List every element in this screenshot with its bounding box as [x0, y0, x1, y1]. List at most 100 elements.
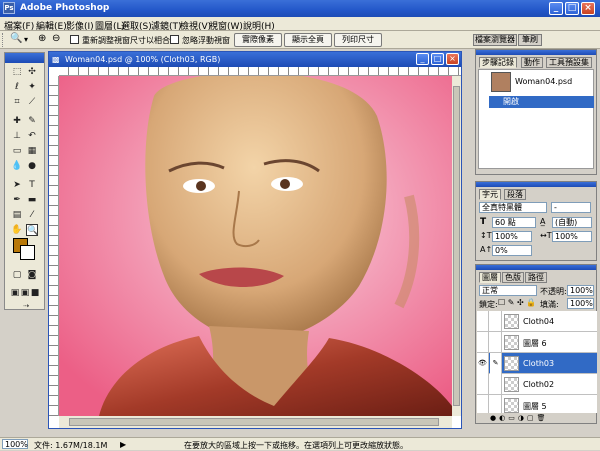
history-step[interactable]: 開啟 [489, 96, 594, 108]
history-panel-header[interactable] [476, 50, 596, 55]
layer-row[interactable]: 圖層 6 [477, 332, 597, 353]
ignore-palettes-checkbox[interactable] [170, 35, 179, 44]
maximize-button[interactable]: □ [565, 2, 579, 15]
mask-icon[interactable]: ◐ [499, 414, 508, 422]
layer-style-icon[interactable]: ● [490, 414, 499, 422]
resize-window-checkbox[interactable] [70, 35, 79, 44]
eraser-tool-icon[interactable]: ▭ [11, 145, 23, 157]
brush-icon[interactable]: ✎ [26, 115, 38, 127]
notes-tool-icon[interactable]: ▤ [11, 209, 23, 221]
trash-icon[interactable]: 🗑 [537, 414, 549, 422]
leading-field[interactable]: (自動) [552, 217, 592, 228]
quick-mask-icon[interactable]: ◙ [26, 269, 38, 281]
close-button[interactable]: × [581, 2, 595, 15]
visibility-toggle[interactable] [477, 374, 489, 395]
tab-channels[interactable]: 色版 [502, 272, 524, 283]
doc-close-button[interactable]: × [446, 53, 459, 65]
link-toggle[interactable] [490, 311, 502, 332]
background-color-swatch[interactable] [20, 245, 35, 260]
font-family-select[interactable]: 全真特黑體 [479, 202, 547, 213]
crop-tool-icon[interactable]: ⌗ [11, 96, 23, 108]
character-panel-header[interactable] [476, 182, 596, 187]
marquee-tool-icon[interactable]: ⬚ [11, 66, 23, 78]
zoom-tool-active-icon[interactable]: 🔍 [26, 224, 38, 236]
baseline-shift-field[interactable]: 0% [492, 245, 532, 256]
visibility-toggle[interactable] [477, 332, 489, 353]
layer-row[interactable]: Cloth04 [477, 311, 597, 332]
gradient-tool-icon[interactable]: ▦ [26, 145, 38, 157]
hand-tool-icon[interactable]: ✋ [11, 224, 23, 236]
type-tool-icon[interactable]: T [26, 179, 38, 191]
fit-screen-button[interactable]: 顯示全頁 [284, 33, 332, 47]
history-brush-icon[interactable]: ↶ [26, 130, 38, 142]
link-toggle[interactable] [490, 332, 502, 353]
tab-character[interactable]: 字元 [479, 189, 501, 200]
lasso-tool-icon[interactable]: ℓ [11, 81, 23, 93]
tab-history[interactable]: 步驟記錄 [479, 57, 517, 68]
vertical-ruler[interactable] [49, 76, 59, 416]
print-size-button[interactable]: 列印尺寸 [334, 33, 382, 47]
zoom-level[interactable]: 100% [2, 439, 28, 449]
font-size-field[interactable]: 60 點 [492, 217, 536, 228]
horizontal-scale-field[interactable]: 100% [552, 231, 592, 242]
snapshot-thumbnail[interactable] [491, 72, 511, 92]
tab-brushes[interactable]: 筆刷 [518, 34, 542, 46]
screen-mode-full-icon[interactable]: ■ [29, 287, 41, 299]
path-select-icon[interactable]: ➤ [11, 179, 23, 191]
doc-minimize-button[interactable]: _ [416, 53, 429, 65]
visibility-toggle[interactable] [477, 395, 489, 413]
image-canvas[interactable] [59, 76, 452, 416]
font-style-select[interactable]: - [551, 202, 591, 213]
horizontal-scrollbar[interactable] [59, 416, 452, 428]
tab-tool-presets[interactable]: 工具預設集 [546, 57, 592, 68]
folder-icon[interactable]: ▭ [508, 414, 518, 422]
visibility-toggle[interactable] [477, 311, 489, 332]
adjustment-icon[interactable]: ◑ [518, 414, 527, 422]
document-info[interactable]: 文件: 1.67M/18.1M [34, 440, 107, 451]
tab-actions[interactable]: 動作 [521, 57, 543, 68]
dodge-tool-icon[interactable]: ● [26, 160, 38, 172]
vertical-scroll-thumb[interactable] [453, 86, 460, 406]
horizontal-scroll-thumb[interactable] [69, 418, 439, 426]
document-titlebar[interactable]: ▩ Woman04.psd @ 100% (Cloth03, RGB) _ □ … [49, 52, 461, 67]
layer-row-selected[interactable]: 👁 ✎ Cloth03 [477, 353, 597, 374]
healing-brush-icon[interactable]: ✚ [11, 115, 23, 127]
options-grip[interactable] [2, 33, 5, 47]
doc-maximize-button[interactable]: □ [431, 53, 444, 65]
link-toggle[interactable] [490, 374, 502, 395]
pen-tool-icon[interactable]: ✒ [11, 194, 23, 206]
layer-row[interactable]: Cloth02 [477, 374, 597, 395]
tab-paths[interactable]: 路徑 [525, 272, 547, 283]
blur-tool-icon[interactable]: 💧 [11, 160, 23, 172]
layer-row[interactable]: 圖層 5 [477, 395, 597, 413]
blend-mode-select[interactable]: 正常 [479, 285, 537, 296]
zoom-out-icon[interactable]: ⊖ [52, 33, 60, 44]
tab-file-browser[interactable]: 檔案瀏覽器 [473, 34, 517, 46]
zoom-in-icon[interactable]: ⊕ [38, 33, 46, 44]
vertical-scrollbar[interactable] [452, 76, 461, 416]
layers-panel-header[interactable] [476, 265, 596, 270]
clone-stamp-icon[interactable]: ⊥ [11, 130, 23, 142]
horizontal-ruler[interactable] [59, 67, 461, 76]
actual-pixels-button[interactable]: 實際像素 [234, 33, 282, 47]
snapshot-name[interactable]: Woman04.psd [515, 77, 572, 86]
lock-icons[interactable]: ☐ ✎ ✣ 🔒 [498, 298, 536, 307]
tab-paragraph[interactable]: 段落 [504, 189, 526, 200]
eye-icon[interactable]: 👁 [477, 353, 489, 374]
tab-layers[interactable]: 圖層 [479, 272, 501, 283]
standard-mode-icon[interactable]: ▢ [11, 269, 23, 281]
fill-field[interactable]: 100% [567, 298, 594, 309]
eyedropper-icon[interactable]: ⁄ [26, 209, 38, 221]
new-layer-icon[interactable]: ▢ [527, 414, 537, 422]
slice-tool-icon[interactable]: ⟋ [26, 96, 38, 108]
chevron-down-icon[interactable]: ▾ [24, 35, 28, 44]
opacity-field[interactable]: 100% [567, 285, 594, 296]
minimize-button[interactable]: _ [549, 2, 563, 15]
link-toggle[interactable] [490, 395, 502, 413]
shape-tool-icon[interactable]: ▬ [26, 194, 38, 206]
zoom-tool-icon[interactable]: 🔍 [10, 33, 22, 44]
move-tool-icon[interactable]: ✣ [26, 66, 38, 78]
brush-icon[interactable]: ✎ [490, 353, 502, 374]
info-arrow-icon[interactable]: ▶ [120, 440, 126, 449]
vertical-scale-field[interactable]: 100% [492, 231, 532, 242]
